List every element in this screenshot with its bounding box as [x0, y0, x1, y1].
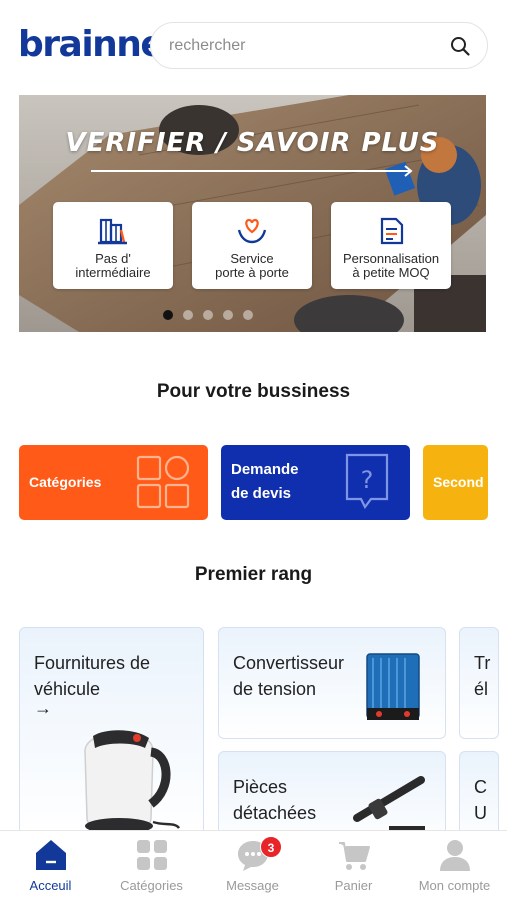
card-label: Fournitures de véhicule	[34, 653, 151, 699]
document-icon	[380, 217, 404, 245]
arrow-right-icon: →	[34, 698, 52, 718]
feature-label: Pas d' intermédiaire	[75, 251, 151, 280]
kettle-image	[84, 730, 180, 834]
premier-section-title: Premier rang	[194, 564, 313, 585]
card-label: Pièces détachées	[233, 777, 317, 823]
business-section-title: Pour votre bussiness	[156, 381, 351, 402]
arrow-right-icon	[404, 165, 413, 177]
carousel-dot[interactable]	[163, 310, 173, 320]
search-input[interactable]	[169, 23, 439, 68]
card-label: C U	[474, 777, 487, 823]
question-doc-icon: ?	[345, 453, 389, 510]
header: brainnel	[0, 0, 507, 90]
product-card-converter[interactable]: Convertisseur de tension	[218, 627, 446, 739]
carousel-dot[interactable]	[203, 310, 213, 320]
user-icon	[440, 840, 470, 871]
inverter-image	[366, 653, 420, 720]
tile-label: Catégories	[29, 474, 102, 490]
tab-label: Panier	[334, 878, 373, 893]
card-label: Tr él	[474, 653, 491, 699]
feature-card-door-to-door[interactable]: Service porte à porte	[192, 202, 312, 289]
grid-icon	[137, 840, 167, 870]
quote-request-tile[interactable]: Demande de devis ?	[221, 445, 410, 520]
cart-icon	[339, 842, 370, 870]
feature-card-no-intermediary[interactable]: Pas d' intermédiaire	[53, 202, 173, 289]
feature-label: Service porte à porte	[215, 251, 289, 280]
carousel-dot[interactable]	[223, 310, 233, 320]
hero-banner[interactable]: VERIFIER / SAVOIR PLUS Pas d' intermédia…	[19, 95, 486, 332]
second-hand-tile[interactable]: Second	[423, 445, 488, 520]
unread-badge: 3	[260, 836, 282, 858]
buildings-icon	[98, 218, 127, 245]
banner-title[interactable]: VERIFIER / SAVOIR PLUS	[19, 128, 486, 158]
tab-label: Message	[226, 878, 279, 893]
feature-card-customization[interactable]: Personnalisation à petite MOQ	[331, 202, 451, 289]
tab-home[interactable]: Acceuil	[0, 831, 101, 900]
tile-label: Second	[433, 474, 484, 490]
tab-messages[interactable]: 3 Message	[202, 831, 303, 900]
tab-account[interactable]: Mon compte	[404, 831, 505, 900]
heart-hands-icon	[237, 218, 267, 244]
categories-tile[interactable]: Catégories	[19, 445, 208, 520]
banner-underline	[91, 170, 411, 172]
card-label: Convertisseur de tension	[233, 653, 345, 699]
tab-label: Mon compte	[418, 878, 491, 893]
search-icon[interactable]	[449, 35, 471, 57]
product-card-partial[interactable]: Tr él	[459, 627, 499, 739]
home-icon	[36, 840, 66, 870]
bottom-tab-bar: Acceuil Catégories 3 Message Panier Mon …	[0, 830, 507, 900]
tab-categories[interactable]: Catégories	[101, 831, 202, 900]
svg-text:?: ?	[361, 466, 374, 494]
carousel-indicator[interactable]	[163, 307, 263, 320]
carousel-dot[interactable]	[183, 310, 193, 320]
search-bar[interactable]	[150, 22, 488, 69]
tab-cart[interactable]: Panier	[303, 831, 404, 900]
tab-label: Catégories	[120, 878, 183, 893]
carousel-dot[interactable]	[243, 310, 253, 320]
product-card-vehicle[interactable]: Fournitures de véhicule →	[19, 627, 204, 837]
tile-label: Demande de devis	[231, 461, 299, 502]
grid-icon	[136, 455, 190, 509]
tab-label: Acceuil	[29, 878, 72, 893]
feature-label: Personnalisation à petite MOQ	[342, 251, 440, 280]
